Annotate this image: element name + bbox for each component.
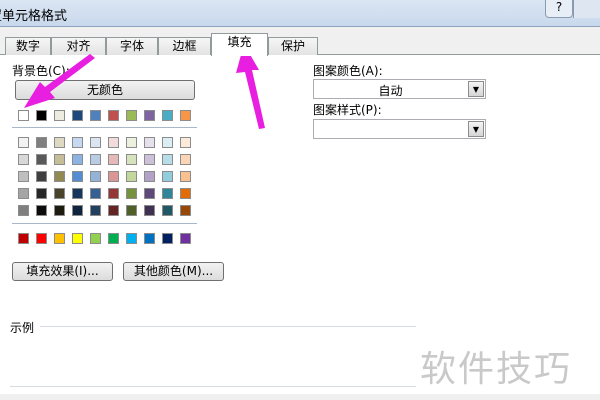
annotation-arrows <box>24 44 265 129</box>
tab-fill[interactable]: 填充 <box>211 33 268 56</box>
arrow-annotation-fill-tab <box>236 44 265 129</box>
arrow-annotation-palette <box>24 54 95 108</box>
